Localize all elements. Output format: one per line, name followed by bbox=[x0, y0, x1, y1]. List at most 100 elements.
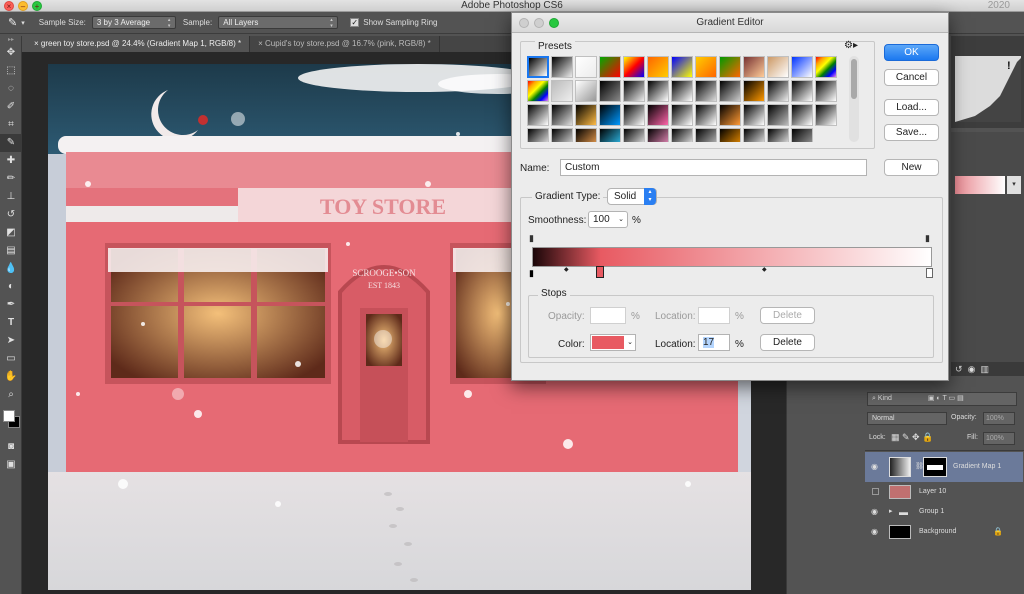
color-stop-white-icon[interactable] bbox=[926, 268, 933, 278]
smoothness-select[interactable]: 100 ⌄ bbox=[588, 211, 628, 228]
pen-tool-icon[interactable]: ✒ bbox=[0, 296, 22, 314]
preset-swatch[interactable] bbox=[551, 128, 573, 142]
preset-swatch[interactable] bbox=[791, 80, 813, 102]
layer-visibility-eye-icon[interactable]: ◉ bbox=[871, 522, 878, 542]
preset-swatch[interactable] bbox=[791, 56, 813, 78]
tab-green-toy-store[interactable]: × green toy store.psd @ 24.4% (Gradient … bbox=[26, 36, 251, 52]
preset-swatch[interactable] bbox=[719, 128, 741, 142]
dialog-close-icon[interactable] bbox=[519, 18, 529, 28]
path-select-tool-icon[interactable]: ➤ bbox=[0, 332, 22, 350]
preset-swatch[interactable] bbox=[719, 104, 741, 126]
crop-tool-icon[interactable]: ⌗ bbox=[0, 116, 22, 134]
quick-select-tool-icon[interactable]: ✐ bbox=[0, 98, 22, 116]
eyedropper-icon[interactable]: ✎ bbox=[8, 16, 17, 29]
close-tab-icon[interactable]: × bbox=[34, 39, 41, 48]
new-button[interactable]: New bbox=[884, 159, 939, 176]
preset-swatch[interactable] bbox=[599, 56, 621, 78]
preset-swatch[interactable] bbox=[647, 128, 669, 142]
opacity-location-field[interactable] bbox=[698, 307, 730, 324]
screen-mode-icon[interactable]: ▣ bbox=[0, 456, 22, 474]
midpoint-diamond-icon[interactable]: ◆ bbox=[762, 266, 767, 273]
preset-swatch[interactable] bbox=[647, 104, 669, 126]
sample-size-select[interactable]: 3 by 3 Average bbox=[91, 16, 176, 29]
preset-swatch[interactable] bbox=[767, 104, 789, 126]
gradient-tool-icon[interactable]: ▤ bbox=[0, 242, 22, 260]
preset-swatch[interactable] bbox=[695, 56, 717, 78]
opacity-delete-button[interactable]: Delete bbox=[760, 307, 815, 324]
dialog-zoom-icon[interactable] bbox=[549, 18, 559, 28]
sample-select[interactable]: All Layers bbox=[218, 16, 339, 29]
preset-swatch[interactable] bbox=[599, 128, 621, 142]
preset-swatch[interactable] bbox=[623, 56, 645, 78]
fill-field[interactable]: 100% bbox=[983, 432, 1015, 445]
cancel-button[interactable]: Cancel bbox=[884, 69, 939, 86]
filter-icons[interactable]: ▣ ◐ T ▭ ▤ bbox=[928, 395, 964, 402]
preset-swatch[interactable] bbox=[743, 80, 765, 102]
preset-swatch[interactable] bbox=[695, 104, 717, 126]
preset-swatch[interactable] bbox=[527, 56, 549, 78]
gradient-dropdown-arrow-icon[interactable]: ▾ bbox=[1007, 176, 1021, 194]
save-button[interactable]: Save... bbox=[884, 124, 939, 141]
preset-swatch[interactable] bbox=[551, 56, 573, 78]
preset-swatch[interactable] bbox=[575, 104, 597, 126]
layer-row-background[interactable]: ◉ Background 🔒 bbox=[865, 522, 1023, 542]
load-button[interactable]: Load... bbox=[884, 99, 939, 116]
reset-icon[interactable]: ↺ bbox=[955, 364, 963, 374]
opacity-field[interactable]: 100% bbox=[983, 412, 1015, 425]
preset-swatch[interactable] bbox=[743, 128, 765, 142]
eraser-tool-icon[interactable]: ◩ bbox=[0, 224, 22, 242]
zoom-window-icon[interactable]: + bbox=[32, 1, 42, 11]
preset-swatch[interactable] bbox=[815, 80, 837, 102]
tool-preset-arrow-icon[interactable]: ▾ bbox=[21, 19, 25, 27]
gradient-map-preview[interactable] bbox=[955, 176, 1005, 194]
midpoint-diamond-icon[interactable]: ◆ bbox=[564, 266, 569, 273]
color-swatch-select[interactable]: ⌄ bbox=[590, 334, 636, 351]
preset-swatch[interactable] bbox=[671, 80, 693, 102]
preset-swatch[interactable] bbox=[575, 128, 597, 142]
warning-icon[interactable]: ! bbox=[1007, 60, 1011, 72]
eyedropper-tool-icon[interactable]: ✎ bbox=[0, 134, 22, 152]
lock-icons[interactable]: ▦ ✎ ✥ 🔒 bbox=[891, 432, 933, 443]
preset-swatch[interactable] bbox=[791, 128, 813, 142]
layer-filter-kind[interactable]: ⌕ Kind ▣ ◐ T ▭ ▤ bbox=[867, 392, 1017, 406]
preset-swatch[interactable] bbox=[527, 80, 549, 102]
presets-gear-icon[interactable]: ⚙▸ bbox=[844, 40, 858, 51]
name-field[interactable]: Custom bbox=[560, 159, 867, 176]
preset-swatch[interactable] bbox=[599, 80, 621, 102]
lasso-tool-icon[interactable]: ◌ bbox=[0, 80, 22, 98]
preset-swatch[interactable] bbox=[791, 104, 813, 126]
brush-tool-icon[interactable]: ✏ bbox=[0, 170, 22, 188]
layer-visibility-eye-icon[interactable]: ◉ bbox=[871, 502, 878, 522]
preset-swatch[interactable] bbox=[767, 56, 789, 78]
preset-swatch[interactable] bbox=[671, 128, 693, 142]
preset-swatch[interactable] bbox=[719, 80, 741, 102]
preset-swatch[interactable] bbox=[815, 56, 837, 78]
healing-tool-icon[interactable]: ✚ bbox=[0, 152, 22, 170]
foreground-color-swatch[interactable] bbox=[3, 410, 15, 422]
close-tab-icon[interactable]: × bbox=[258, 39, 265, 48]
layer-row-layer-10[interactable]: Layer 10 bbox=[865, 482, 1023, 502]
preset-swatch[interactable] bbox=[623, 128, 645, 142]
preset-swatch[interactable] bbox=[767, 80, 789, 102]
layer-row-gradient-map[interactable]: ◉ ⛓ Gradient Map 1 bbox=[865, 452, 1023, 482]
gradient-type-select[interactable]: Solid ▴ ▾ bbox=[607, 188, 657, 205]
color-stop-selected-icon[interactable] bbox=[596, 266, 604, 278]
layer-visibility-empty-box[interactable] bbox=[872, 488, 879, 495]
hand-tool-icon[interactable]: ✋ bbox=[0, 368, 22, 386]
color-stop-black-icon[interactable]: ▮ bbox=[529, 268, 534, 279]
preset-swatch[interactable] bbox=[767, 128, 789, 142]
panel-collapse-icon[interactable]: ▸▸ bbox=[0, 36, 22, 44]
preset-swatch[interactable] bbox=[551, 80, 573, 102]
opacity-stop-left-icon[interactable]: ▮ bbox=[529, 233, 534, 244]
history-brush-tool-icon[interactable]: ↺ bbox=[0, 206, 22, 224]
stamp-tool-icon[interactable]: ⊥ bbox=[0, 188, 22, 206]
delete-adjustment-icon[interactable]: ▥ bbox=[980, 364, 989, 374]
preset-swatch[interactable] bbox=[671, 56, 693, 78]
color-location-field[interactable]: 17 bbox=[698, 334, 730, 351]
shape-tool-icon[interactable]: ▭ bbox=[0, 350, 22, 368]
opacity-stop-right-icon[interactable]: ▮ bbox=[925, 233, 930, 244]
quick-mask-icon[interactable]: ◙ bbox=[0, 438, 22, 456]
preset-swatch[interactable] bbox=[551, 104, 573, 126]
preset-swatch[interactable] bbox=[575, 56, 597, 78]
preset-swatch[interactable] bbox=[815, 104, 837, 126]
